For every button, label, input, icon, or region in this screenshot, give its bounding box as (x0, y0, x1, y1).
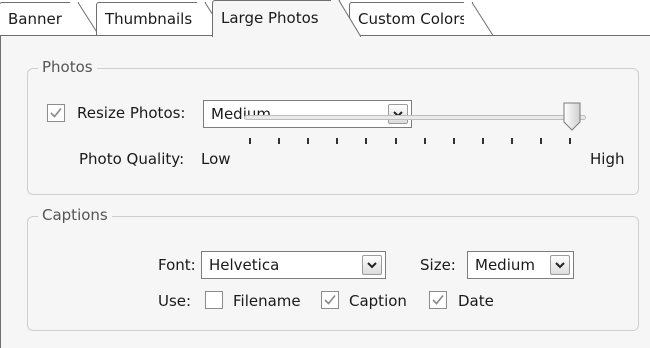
captions-legend: Captions (38, 206, 112, 224)
caption-size-value: Medium (475, 256, 535, 274)
quality-high-label: High (590, 150, 625, 168)
photos-legend: Photos (38, 58, 97, 76)
slider-tick (249, 138, 251, 144)
use-date-label: Date (458, 292, 494, 310)
slider-tick (511, 138, 513, 144)
tab-thumbnails[interactable]: Thumbnails (96, 2, 227, 37)
resize-size-dropdown[interactable]: Medium (203, 100, 412, 128)
slider-tick (569, 138, 571, 144)
caption-size-dropdown[interactable]: Medium (467, 251, 574, 279)
use-label: Use: (158, 292, 192, 310)
use-filename-checkbox[interactable] (205, 291, 223, 309)
resize-size-value: Medium (211, 105, 271, 123)
chevron-down-icon[interactable] (550, 255, 570, 275)
photo-quality-label: Photo Quality: (79, 150, 185, 168)
tab-large-photos-label: Large Photos (221, 9, 319, 27)
use-caption-checkbox[interactable] (321, 291, 339, 309)
checkmark-icon (324, 294, 336, 305)
slider-tick (278, 138, 280, 144)
quality-low-label: Low (201, 150, 231, 168)
slider-tick (307, 138, 309, 144)
slider-tick (453, 138, 455, 144)
slider-tick (395, 138, 397, 144)
chevron-down-icon[interactable] (362, 255, 382, 275)
font-value: Helvetica (209, 256, 280, 274)
photos-group: Photos (27, 58, 639, 195)
tab-custom-colors-label: Custom Colors (358, 10, 468, 28)
font-label: Font: (158, 256, 196, 274)
checkmark-icon (432, 294, 444, 305)
resize-photos-checkbox[interactable] (47, 104, 65, 122)
tab-large-photos[interactable]: Large Photos (212, 0, 361, 37)
slider-tick (365, 138, 367, 144)
use-caption-label: Caption (349, 292, 407, 310)
slider-tick (336, 138, 338, 144)
checkmark-icon (50, 107, 62, 118)
slider-thumb[interactable] (563, 102, 581, 132)
use-filename-label: Filename (233, 292, 301, 310)
resize-photos-label: Resize Photos: (77, 104, 186, 122)
photo-quality-slider[interactable] (244, 115, 586, 120)
size-label: Size: (420, 256, 456, 274)
tab-strip: Banner Thumbnails Large Photos Custom Co… (0, 0, 650, 37)
slider-tick (424, 138, 426, 144)
tab-banner[interactable]: Banner (0, 2, 100, 37)
slider-tick (482, 138, 484, 144)
font-dropdown[interactable]: Helvetica (201, 251, 386, 279)
slider-tick (540, 138, 542, 144)
tab-banner-label: Banner (8, 10, 62, 28)
tab-thumbnails-label: Thumbnails (105, 10, 193, 28)
chevron-down-icon[interactable] (388, 104, 408, 124)
tab-custom-colors[interactable]: Custom Colors (349, 2, 494, 37)
use-date-checkbox[interactable] (429, 291, 447, 309)
